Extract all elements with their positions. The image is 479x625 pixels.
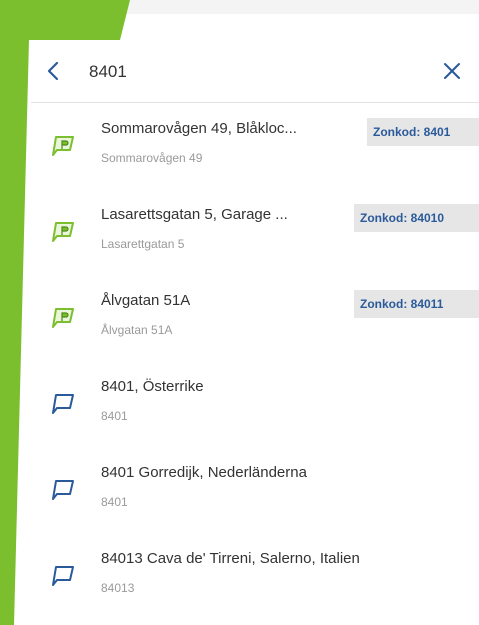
search-input[interactable] (89, 60, 419, 84)
result-title: Sommarovågen 49, Blåkloc... (101, 120, 297, 137)
place-pin-icon (52, 480, 74, 500)
parking-pin-icon (52, 222, 74, 242)
result-subtitle: 8401 (101, 409, 128, 423)
zone-code-badge: Zonkod: 84011 (354, 290, 479, 318)
result-subtitle: 84013 (101, 581, 135, 595)
place-pin-icon (52, 566, 74, 586)
parking-pin-icon (52, 308, 74, 328)
zone-code-badge: Zonkod: 8401 (367, 118, 479, 146)
result-subtitle: Sommarovågen 49 (101, 151, 203, 165)
place-pin-icon (52, 394, 74, 414)
result-item[interactable]: 84013 Cava de' Tirreni, Salerno, Italien… (31, 533, 479, 619)
search-results-list: Sommarovågen 49, Blåkloc... Sommarovågen… (31, 103, 479, 619)
result-item[interactable]: Lasarettsgatan 5, Garage ... Lasarettgat… (31, 189, 479, 275)
result-title: Ålvgatan 51A (101, 292, 191, 309)
result-item[interactable]: 8401 Gorredijk, Nederländerna 8401 (31, 447, 479, 533)
search-panel: Sommarovågen 49, Blåkloc... Sommarovågen… (31, 40, 479, 625)
result-title: 8401 Gorredijk, Nederländerna (101, 464, 307, 481)
app-screen: Sommarovågen 49, Blåkloc... Sommarovågen… (0, 0, 479, 625)
parking-pin-icon (52, 136, 74, 156)
result-subtitle: 8401 (101, 495, 128, 509)
result-subtitle: Ålvgatan 51A (101, 323, 173, 337)
result-title: Lasarettsgatan 5, Garage ... (101, 206, 288, 223)
result-title: 84013 Cava de' Tirreni, Salerno, Italien (101, 550, 360, 567)
result-title: 8401, Österrike (101, 378, 204, 395)
close-icon[interactable] (443, 62, 461, 80)
search-bar (31, 40, 479, 103)
result-item[interactable]: Ålvgatan 51A Ålvgatan 51A Zonkod: 84011 (31, 275, 479, 361)
zone-code-badge: Zonkod: 84010 (354, 204, 479, 232)
result-subtitle: Lasarettgatan 5 (101, 237, 185, 251)
result-item[interactable]: Sommarovågen 49, Blåkloc... Sommarovågen… (31, 103, 479, 189)
chevron-left-icon[interactable] (43, 60, 65, 82)
result-item[interactable]: 8401, Österrike 8401 (31, 361, 479, 447)
